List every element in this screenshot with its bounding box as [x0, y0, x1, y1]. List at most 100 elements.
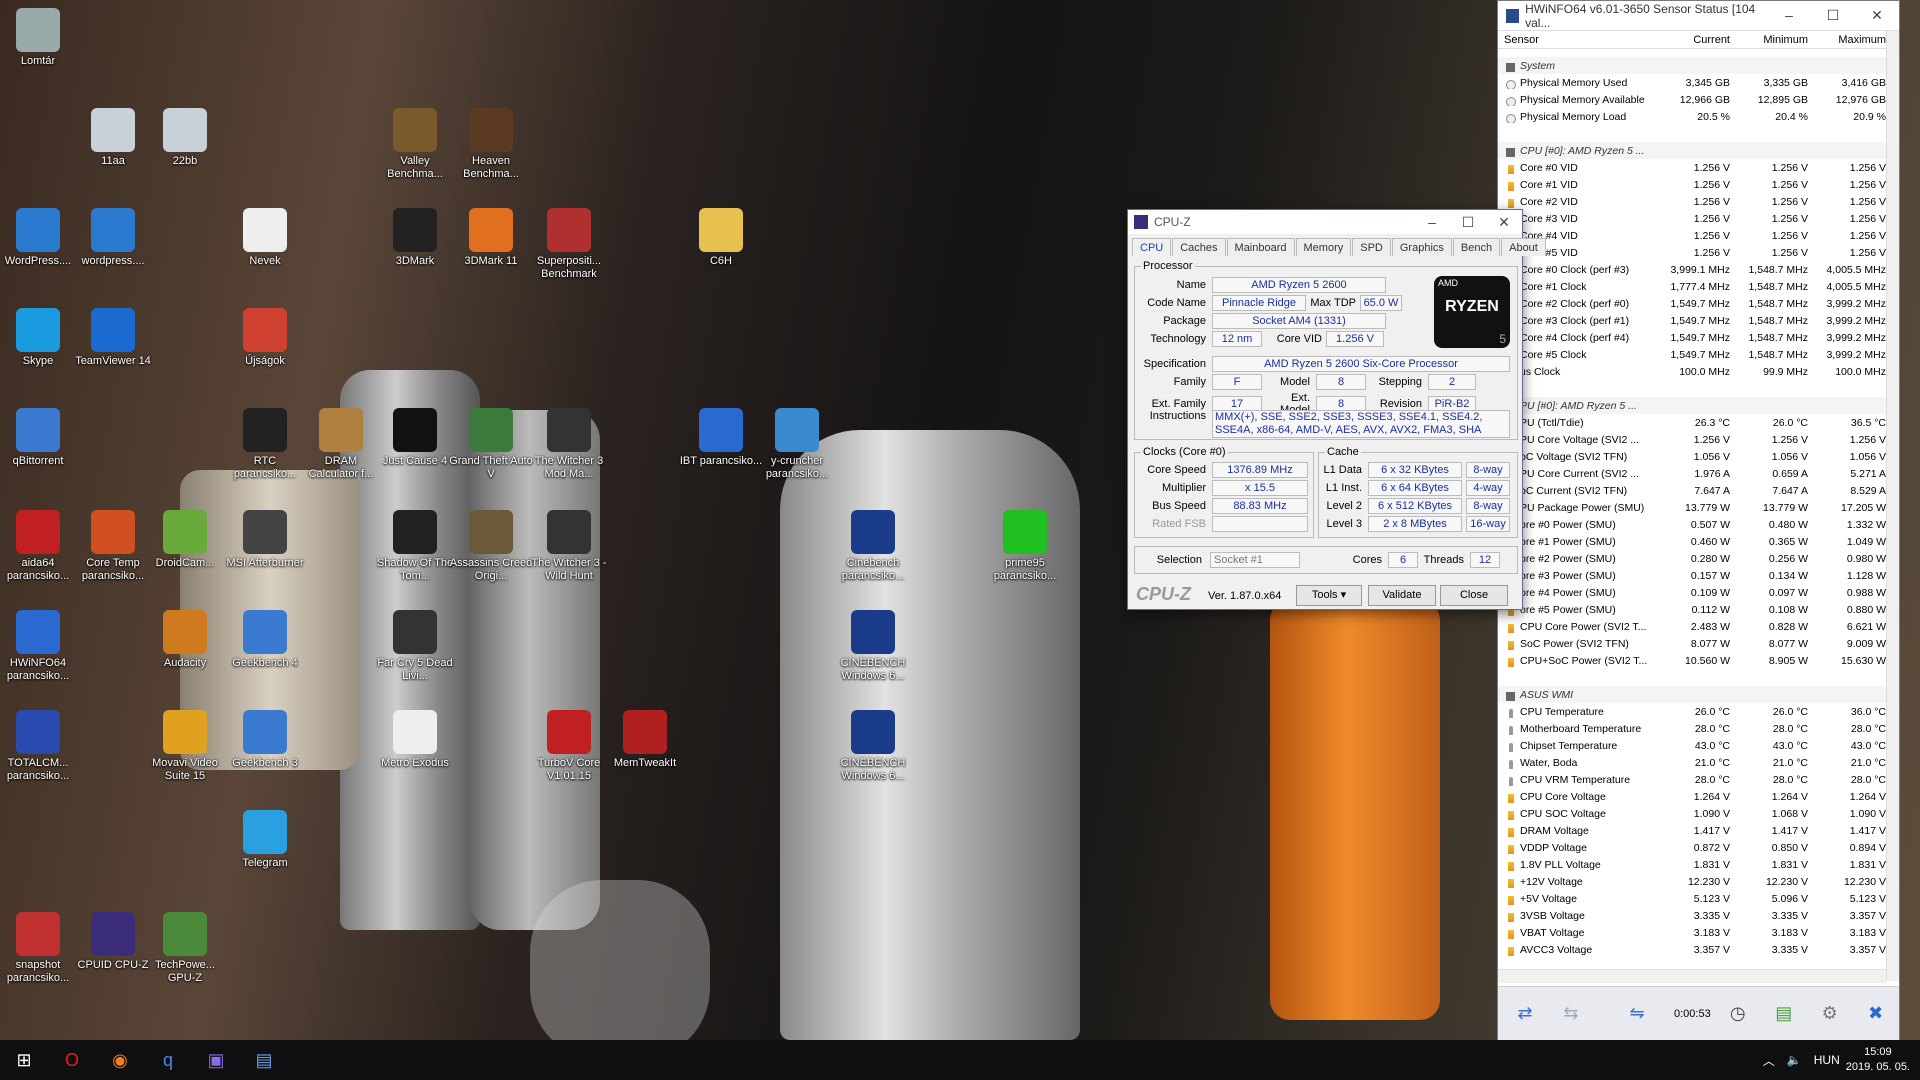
network-icon[interactable]: ⇋	[1618, 997, 1656, 1031]
sensor-row[interactable]: us Clock 100.0 MHz 99.9 MHz 100.0 MHz	[1498, 363, 1886, 380]
maximize-icon[interactable]: ☐	[1811, 7, 1855, 24]
desktop-shortcut[interactable]: Geekbench 4	[223, 610, 307, 670]
sensor-row[interactable]: +5V Voltage 5.123 V 5.096 V 5.123 V	[1498, 890, 1886, 907]
tab-spd[interactable]: SPD	[1352, 238, 1391, 256]
sensor-group-row[interactable]: PU [#0]: AMD Ryzen 5 ...	[1498, 397, 1886, 414]
navigate-arrows-icon[interactable]: ⇄	[1506, 997, 1544, 1031]
validate-button[interactable]: Validate	[1368, 585, 1436, 606]
sensor-row[interactable]: ore #1 Power (SMU) 0.460 W 0.365 W 1.049 W	[1498, 533, 1886, 550]
desktop-shortcut[interactable]: aida64 parancsiko...	[0, 510, 80, 583]
selection-dropdown[interactable]: Socket #1	[1210, 552, 1300, 568]
sensor-row[interactable]: Core #2 Clock (perf #0) 1,549.7 MHz 1,548.…	[1498, 295, 1886, 312]
desktop-shortcut[interactable]: IBT parancsiko...	[679, 408, 763, 468]
horizontal-scrollbar[interactable]	[1498, 969, 1886, 983]
desktop-shortcut[interactable]: HWiNFO64 parancsiko...	[0, 610, 80, 683]
desktop-shortcut[interactable]: Geekbench 3	[223, 710, 307, 770]
vertical-scrollbar[interactable]	[1886, 31, 1899, 981]
tab-about[interactable]: About	[1501, 238, 1546, 256]
desktop-shortcut[interactable]: Just Cause 4	[373, 408, 457, 468]
windows-start-icon[interactable]: ⊞	[0, 1040, 48, 1080]
sensor-row[interactable]: Physical Memory Load 20.5 % 20.4 % 20.9 %	[1498, 108, 1886, 125]
minimize-icon[interactable]: –	[1767, 7, 1811, 24]
tab-mainboard[interactable]: Mainboard	[1226, 238, 1295, 256]
sensor-row[interactable]: CPU+SoC Power (SVI2 T... 10.560 W 8.905 W 1…	[1498, 652, 1886, 669]
sensor-row[interactable]: Core #3 Clock (perf #1) 1,549.7 MHz 1,548.…	[1498, 312, 1886, 329]
desktop-shortcut[interactable]: TurboV Core V1.01.15	[527, 710, 611, 783]
desktop-shortcut[interactable]: 3DMark 11	[449, 208, 533, 268]
hwinfo-icon[interactable]: ▤	[240, 1040, 288, 1080]
sensor-row[interactable]: PU Core Current (SVI2 ... 1.976 A 0.659 A 5…	[1498, 465, 1886, 482]
desktop-shortcut[interactable]: Valley Benchma...	[373, 108, 457, 181]
hwinfo-titlebar[interactable]: HWiNFO64 v6.01-3650 Sensor Status [104 v…	[1498, 1, 1899, 31]
desktop-shortcut[interactable]: Assassins Creed Origi...	[449, 510, 533, 583]
sensor-row[interactable]: VBAT Voltage 3.183 V 3.183 V 3.183 V	[1498, 924, 1886, 941]
clock-icon[interactable]: ◷	[1719, 997, 1757, 1031]
sensor-row[interactable]: AVCC3 Voltage 3.357 V 3.335 V 3.357 V	[1498, 941, 1886, 958]
cpuz-window[interactable]: CPU-Z – ☐ ✕ CPU Caches Mainboard Memory SPD G…	[1127, 209, 1546, 610]
tab-bench[interactable]: Bench	[1452, 238, 1501, 256]
sensor-row[interactable]: Physical Memory Available 12,966 GB 12,895…	[1498, 91, 1886, 108]
desktop-shortcut[interactable]: Skype	[0, 308, 80, 368]
desktop-shortcut[interactable]: TechPowe... GPU-Z	[143, 912, 227, 985]
close-button[interactable]: Close	[1440, 585, 1508, 606]
sensor-group-row[interactable]: CPU [#0]: AMD Ryzen 5 ...	[1498, 142, 1886, 159]
sensor-row[interactable]: DRAM Voltage 1.417 V 1.417 V 1.417 V	[1498, 822, 1886, 839]
sensor-row[interactable]: 3VSB Voltage 3.335 V 3.335 V 3.357 V	[1498, 907, 1886, 924]
desktop-shortcut[interactable]: Heaven Benchma...	[449, 108, 533, 181]
sensor-row[interactable]	[1498, 380, 1886, 397]
sensor-row[interactable]: Chipset Temperature 43.0 °C 43.0 °C 43.0 °C	[1498, 737, 1886, 754]
sensor-row[interactable]: Core #1 Clock 1,777.4 MHz 1,548.7 MHz 4,005…	[1498, 278, 1886, 295]
firefox-icon[interactable]: ◉	[96, 1040, 144, 1080]
taskbar-clock[interactable]: 15:09 2019. 05. 05.	[1846, 1045, 1910, 1075]
desktop-shortcut[interactable]: Shadow Of The Tom...	[373, 510, 457, 583]
sensor-row[interactable]: ore #0 Power (SMU) 0.507 W 0.480 W 1.332 W	[1498, 516, 1886, 533]
sensor-row[interactable]: CPU Temperature 26.0 °C 26.0 °C 36.0 °C	[1498, 703, 1886, 720]
volume-icon[interactable]: 🔈	[1787, 1053, 1802, 1067]
input-language[interactable]: HUN	[1814, 1053, 1840, 1067]
sensor-row[interactable]: Core #1 VID 1.256 V 1.256 V 1.256 V	[1498, 176, 1886, 193]
sensor-row[interactable]: VDDP Voltage 0.872 V 0.850 V 0.894 V	[1498, 839, 1886, 856]
sensor-row[interactable]: ore #3 Power (SMU) 0.157 W 0.134 W 1.128 W	[1498, 567, 1886, 584]
sensor-row[interactable]: Core #0 VID 1.256 V 1.256 V 1.256 V	[1498, 159, 1886, 176]
desktop-shortcut[interactable]: Movavi Video Suite 15	[143, 710, 227, 783]
close-icon[interactable]: ✖	[1857, 997, 1895, 1031]
col-minimum[interactable]: Minimum	[1734, 34, 1812, 46]
settings-icon[interactable]: ⚙	[1811, 997, 1849, 1031]
desktop-shortcut[interactable]: C6H	[679, 208, 763, 268]
sensor-row[interactable]: Core #5 Clock 1,549.7 MHz 1,548.7 MHz 3,999…	[1498, 346, 1886, 363]
desktop-shortcut[interactable]: Metro Exodus	[373, 710, 457, 770]
desktop-shortcut[interactable]: DRAM Calculator f...	[299, 408, 383, 481]
sensor-row[interactable]: oC Current (SVI2 TFN) 7.647 A 7.647 A 8.529…	[1498, 482, 1886, 499]
sensor-row[interactable]: Core #2 VID 1.256 V 1.256 V 1.256 V	[1498, 193, 1886, 210]
sensor-row[interactable]: ore #4 Power (SMU) 0.109 W 0.097 W 0.988 W	[1498, 584, 1886, 601]
desktop-shortcut[interactable]: 3DMark	[373, 208, 457, 268]
desktop-shortcut[interactable]: DroidCam...	[143, 510, 227, 570]
minimize-icon[interactable]: –	[1414, 214, 1450, 231]
sensor-row[interactable]: Core #4 VID 1.256 V 1.256 V 1.256 V	[1498, 227, 1886, 244]
desktop-shortcut[interactable]: CINEBENCH Windows 6...	[831, 610, 915, 683]
col-maximum[interactable]: Maximum	[1812, 34, 1886, 46]
desktop-shortcut[interactable]: Nevek	[223, 208, 307, 268]
sensor-row[interactable]: PU Package Power (SMU) 13.779 W 13.779 W 17…	[1498, 499, 1886, 516]
sensor-row[interactable]: ore #2 Power (SMU) 0.280 W 0.256 W 0.980 W	[1498, 550, 1886, 567]
log-file-icon[interactable]: ▤	[1765, 997, 1803, 1031]
tools-button[interactable]: Tools ▾	[1296, 585, 1362, 606]
col-sensor[interactable]: Sensor	[1498, 34, 1656, 46]
sensor-row[interactable]: +12V Voltage 12.230 V 12.230 V 12.230 V	[1498, 873, 1886, 890]
sensor-row[interactable]: PU Core Voltage (SVI2 ... 1.256 V 1.256 V 1…	[1498, 431, 1886, 448]
sensor-row[interactable]: SoC Power (SVI2 TFN) 8.077 W 8.077 W 9.009 …	[1498, 635, 1886, 652]
opera-icon[interactable]: O	[48, 1040, 96, 1080]
tab-graphics[interactable]: Graphics	[1391, 238, 1452, 256]
sensor-row[interactable]: Motherboard Temperature 28.0 °C 28.0 °C 28.…	[1498, 720, 1886, 737]
sensor-row[interactable]: Core #0 Clock (perf #3) 3,999.1 MHz 1,548.…	[1498, 261, 1886, 278]
sensor-row[interactable]: Core #4 Clock (perf #4) 1,549.7 MHz 1,548.…	[1498, 329, 1886, 346]
col-current[interactable]: Current	[1656, 34, 1734, 46]
desktop-shortcut[interactable]: 22bb	[143, 108, 227, 168]
sensor-row[interactable]: Core #3 VID 1.256 V 1.256 V 1.256 V	[1498, 210, 1886, 227]
sensor-row[interactable]: 1.8V PLL Voltage 1.831 V 1.831 V 1.831 V	[1498, 856, 1886, 873]
desktop-shortcut[interactable]: TeamViewer 14	[71, 308, 155, 368]
cpuz-titlebar[interactable]: CPU-Z – ☐ ✕	[1128, 210, 1522, 234]
sensor-row[interactable]: ore #5 Power (SMU) 0.112 W 0.108 W 0.880 W	[1498, 601, 1886, 618]
desktop-shortcut[interactable]: CINEBENCH Windows 6...	[831, 710, 915, 783]
layout-arrows-icon[interactable]: ⇆	[1552, 997, 1590, 1031]
